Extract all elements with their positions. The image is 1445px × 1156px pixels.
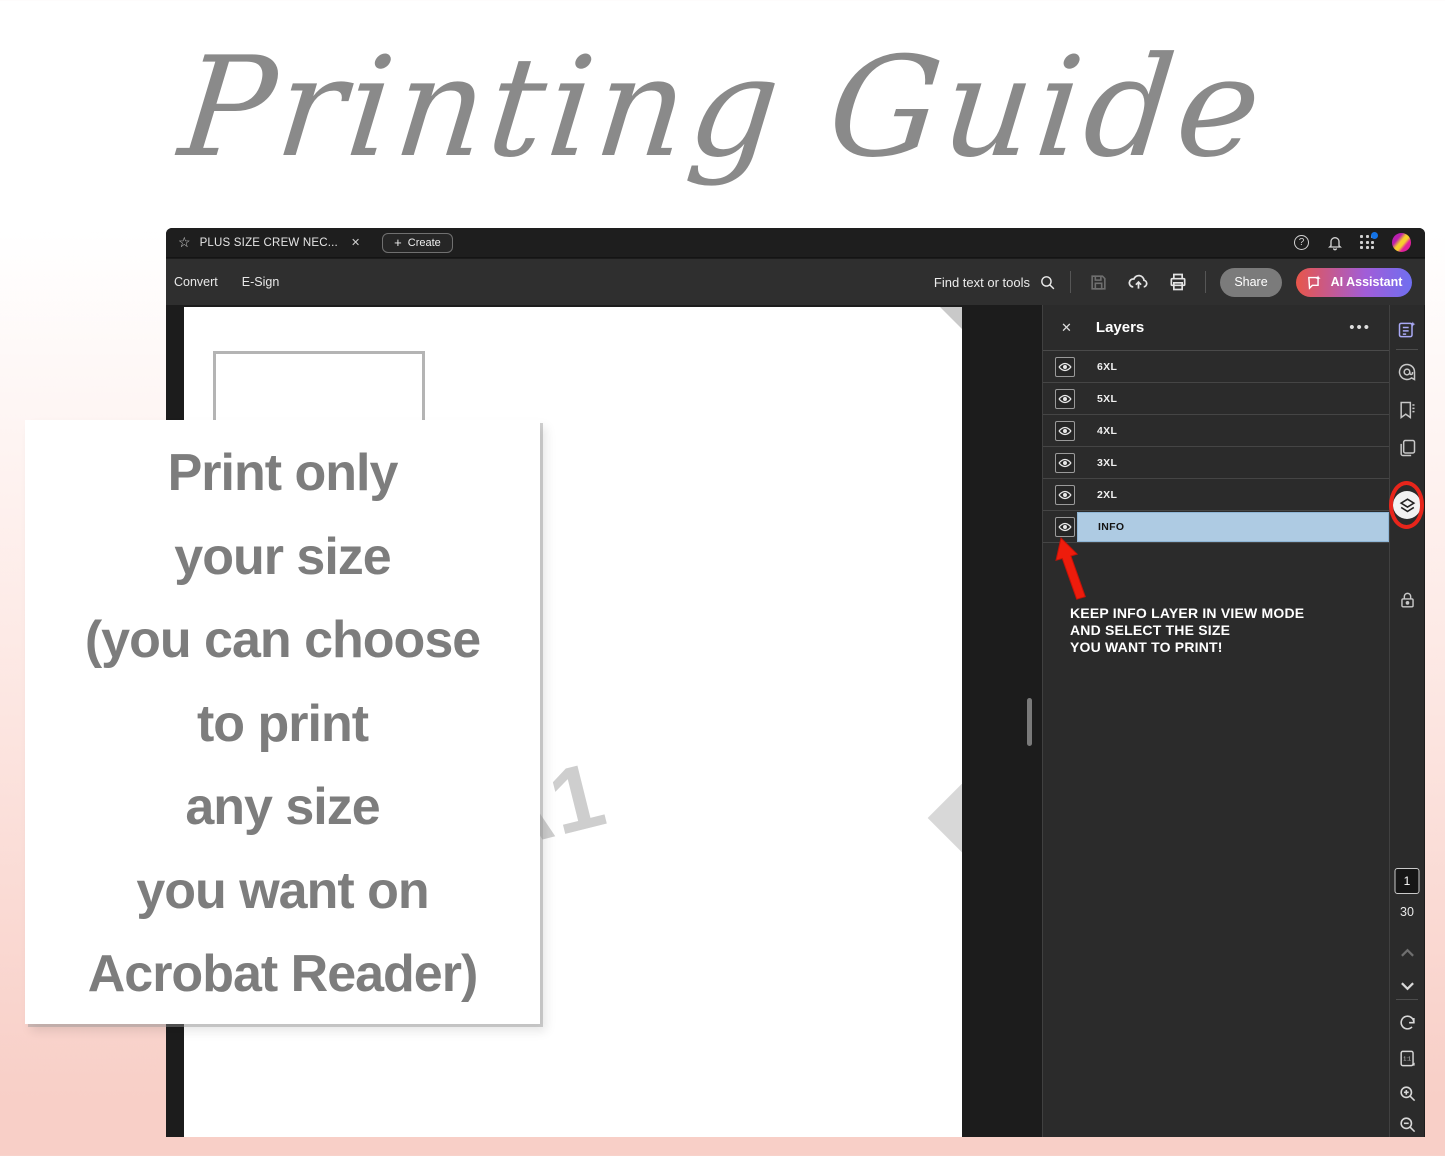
star-icon[interactable]: ☆: [178, 234, 191, 251]
toolbar: Convert E-Sign Find text or tools: [166, 259, 1425, 305]
help-icon[interactable]: ?: [1294, 235, 1309, 250]
eye-visibility-icon[interactable]: [1055, 485, 1075, 505]
rail-divider: [1396, 999, 1418, 1000]
create-button[interactable]: + Create: [382, 233, 453, 253]
plus-icon: +: [394, 238, 402, 248]
layer-row-6xl[interactable]: 6XL: [1043, 351, 1389, 383]
app-launcher-icon[interactable]: [1360, 235, 1375, 250]
layer-row-4xl[interactable]: 4XL: [1043, 415, 1389, 447]
layer-label: 6XL: [1077, 361, 1117, 373]
notification-dot: [1371, 232, 1378, 239]
layer-row-info[interactable]: INFO: [1043, 511, 1389, 543]
layers-panel-title: Layers: [1096, 319, 1144, 336]
previous-page-chevron-icon[interactable]: [1394, 940, 1420, 966]
panel-options-icon[interactable]: •••: [1349, 319, 1371, 336]
layers-panel: ✕ Layers ••• 6XL 5XL 4XL: [1042, 305, 1389, 1137]
find-text-tools[interactable]: Find text or tools: [934, 273, 1056, 291]
print-instruction-card: Print only your size (you can choose to …: [25, 420, 540, 1024]
document-tab[interactable]: ☆ PLUS SIZE CREW NEC... ✕: [166, 228, 372, 257]
current-page-input[interactable]: 1: [1395, 868, 1420, 894]
instruction-line: your size: [25, 516, 540, 600]
instruction-line: any size: [25, 766, 540, 850]
save-icon[interactable]: [1085, 269, 1111, 295]
svg-text:1:1: 1:1: [1403, 1056, 1411, 1062]
eye-visibility-icon[interactable]: [1055, 357, 1075, 377]
ai-assistant-button[interactable]: AI Assistant: [1296, 268, 1412, 297]
lock-icon[interactable]: [1394, 587, 1420, 613]
instruction-line: you want on: [25, 850, 540, 934]
eye-visibility-icon[interactable]: [1055, 389, 1075, 409]
layer-row-5xl[interactable]: 5XL: [1043, 383, 1389, 415]
page-scale-icon[interactable]: 1:1: [1394, 1045, 1420, 1071]
eye-visibility-icon[interactable]: [1055, 421, 1075, 441]
instruction-note: KEEP INFO LAYER IN VIEW MODE AND SELECT …: [1070, 605, 1304, 656]
layer-row-2xl[interactable]: 2XL: [1043, 479, 1389, 511]
instruction-line: (you can choose: [25, 599, 540, 683]
pattern-diamond: [928, 783, 962, 854]
ai-assistant-icon: [1306, 273, 1324, 291]
share-button[interactable]: Share: [1220, 268, 1282, 297]
comment-icon[interactable]: [1394, 359, 1420, 385]
instruction-line: Acrobat Reader): [25, 933, 540, 1017]
toolbar-divider: [1070, 271, 1071, 293]
layers-tool-highlight[interactable]: [1390, 481, 1424, 529]
tab-title: PLUS SIZE CREW NEC...: [200, 237, 338, 249]
page-fold-corner: [940, 307, 962, 329]
toolbar-divider: [1205, 271, 1206, 293]
ai-assistant-label: AI Assistant: [1331, 275, 1403, 289]
right-tool-rail: 1 30 1:1: [1389, 305, 1424, 1137]
page-title: Printing Guide: [0, 8, 1445, 208]
create-label: Create: [408, 237, 441, 249]
next-page-chevron-icon[interactable]: [1394, 973, 1420, 999]
layer-label: 3XL: [1077, 457, 1117, 469]
share-label: Share: [1234, 275, 1267, 289]
instruction-line: Print only: [25, 432, 540, 516]
layer-row-3xl[interactable]: 3XL: [1043, 447, 1389, 479]
menu-convert[interactable]: Convert: [166, 275, 230, 289]
find-text-label: Find text or tools: [934, 275, 1030, 290]
zoom-out-icon[interactable]: [1394, 1111, 1420, 1137]
pages-icon[interactable]: [1394, 435, 1420, 461]
panel-close-icon[interactable]: ✕: [1061, 320, 1072, 336]
eye-visibility-icon[interactable]: [1055, 453, 1075, 473]
rail-divider: [1396, 349, 1418, 350]
instruction-line: to print: [25, 683, 540, 767]
bookmarks-icon[interactable]: [1394, 397, 1420, 423]
tab-bar: ☆ PLUS SIZE CREW NEC... ✕ + Create ?: [166, 228, 1425, 258]
search-icon: [1038, 273, 1056, 291]
user-avatar[interactable]: [1392, 233, 1411, 252]
upload-cloud-icon[interactable]: [1125, 269, 1151, 295]
ai-summary-icon[interactable]: [1394, 317, 1420, 343]
tab-close-icon[interactable]: ✕: [351, 236, 360, 249]
print-icon[interactable]: [1165, 269, 1191, 295]
selected-layer-highlight: INFO: [1077, 512, 1389, 542]
layer-label: 4XL: [1077, 425, 1117, 437]
layer-label: 5XL: [1077, 393, 1117, 405]
notifications-bell-icon[interactable]: [1326, 234, 1343, 251]
current-page-value: 1: [1404, 874, 1411, 888]
annotation-arrow: [1051, 533, 1093, 605]
layer-label: INFO: [1078, 521, 1124, 533]
menu-esign[interactable]: E-Sign: [230, 275, 292, 289]
rotate-page-icon[interactable]: [1394, 1010, 1420, 1036]
total-pages-label: 30: [1400, 905, 1414, 919]
red-circle-annotation: [1389, 481, 1424, 529]
vertical-scrollbar[interactable]: [1027, 698, 1032, 746]
zoom-in-icon[interactable]: [1394, 1080, 1420, 1106]
layer-label: 2XL: [1077, 489, 1117, 501]
